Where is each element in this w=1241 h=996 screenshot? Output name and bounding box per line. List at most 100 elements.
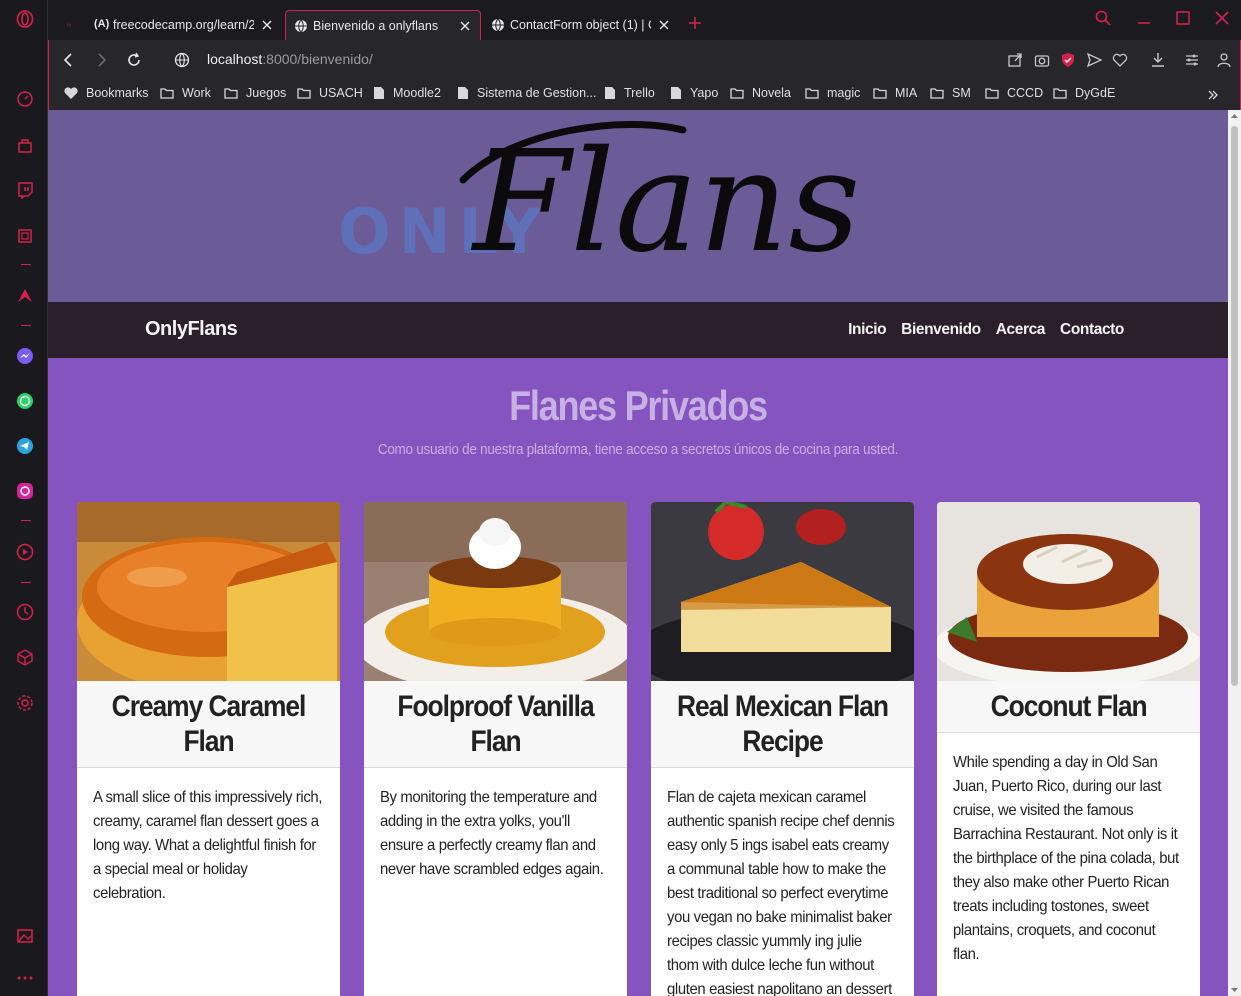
bookmark-bookmarks[interactable]: Bookmarks — [64, 86, 149, 100]
bookmark-mia[interactable]: MIA — [873, 86, 917, 100]
player-icon[interactable] — [16, 543, 34, 561]
folder-icon — [730, 88, 744, 99]
card-header: Creamy Caramel Flan — [77, 681, 340, 768]
bookmarks-overflow-chevron-icon[interactable] — [1206, 88, 1220, 102]
bookmark-dygde[interactable]: DyGdE — [1053, 86, 1115, 100]
tab-close-icon[interactable] — [657, 18, 671, 32]
card-title: Real Mexican Flan Recipe — [677, 690, 889, 758]
card-body: Flan de cajeta mexican caramel authentic… — [651, 768, 914, 996]
bookmark-usach[interactable]: USACH — [297, 86, 363, 100]
profile-icon[interactable] — [1216, 52, 1232, 68]
more-dots-icon[interactable] — [16, 969, 34, 987]
folder-icon — [873, 88, 887, 99]
nav-link-contacto[interactable]: Contacto — [1060, 321, 1124, 339]
folder-icon — [1053, 88, 1067, 99]
nav-link-acerca[interactable]: Acerca — [996, 321, 1046, 339]
card-image-coconut-flan — [937, 502, 1200, 681]
folder-icon — [930, 88, 944, 99]
bookmark-novela[interactable]: Novela — [730, 86, 791, 100]
maximize-icon[interactable] — [1175, 10, 1191, 26]
easy-setup-icon[interactable] — [1184, 52, 1200, 68]
tab-close-icon[interactable] — [458, 19, 472, 33]
card-header: Real Mexican Flan Recipe — [651, 681, 914, 768]
bookmark-label: CCCD — [1007, 86, 1044, 100]
page-scrollbar[interactable] — [1228, 110, 1241, 996]
opera-logo-icon[interactable] — [16, 10, 34, 28]
bookmark-label: Trello — [624, 86, 655, 100]
reload-icon[interactable] — [126, 52, 142, 68]
search-tabs-icon[interactable] — [1095, 10, 1111, 26]
bookmark-label: Moodle2 — [393, 86, 441, 100]
close-window-icon[interactable] — [1214, 10, 1230, 26]
url-field[interactable]: localhost:8000/bienvenido/ — [207, 51, 373, 67]
heart-bookmark-icon[interactable] — [1112, 52, 1128, 68]
new-tab-plus-icon[interactable] — [688, 16, 702, 30]
navbar-brand[interactable]: OnlyFlans — [145, 318, 238, 341]
folder-icon — [224, 88, 238, 99]
bookmark-magic[interactable]: magic — [805, 86, 860, 100]
url-path: :8000/bienvenido/ — [262, 51, 373, 67]
scroll-down-arrow-icon[interactable] — [1230, 986, 1239, 994]
instagram-icon[interactable] — [16, 482, 34, 500]
bookmark-trello[interactable]: Trello — [604, 86, 655, 100]
bookmark-juegos[interactable]: Juegos — [224, 86, 286, 100]
page-icon — [671, 87, 681, 99]
bookmark-moodle2[interactable]: Moodle2 — [373, 86, 441, 100]
forward-arrow-icon[interactable] — [93, 52, 109, 68]
navbar-links: Inicio Bienvenido Acerca Contacto — [848, 321, 1124, 339]
card-text: By monitoring the temperature and adding… — [380, 789, 604, 878]
bookmark-sm[interactable]: SM — [930, 86, 971, 100]
bookmark-label: Work — [182, 86, 211, 100]
tab-bienvenido[interactable]: Bienvenido a onlyflans — [285, 10, 481, 40]
snapshot-camera-icon[interactable] — [1034, 52, 1050, 68]
scroll-up-arrow-icon[interactable] — [1230, 112, 1239, 120]
globe-icon — [295, 19, 307, 33]
page-icon — [374, 87, 384, 99]
twitch-icon[interactable] — [16, 181, 34, 199]
messenger-icon[interactable] — [16, 347, 34, 365]
bookmark-work[interactable]: Work — [160, 86, 211, 100]
aria-ai-icon[interactable] — [16, 286, 34, 304]
sidebar-divider — [21, 325, 31, 326]
site-info-globe-icon[interactable] — [174, 52, 190, 68]
nav-link-bienvenido[interactable]: Bienvenido — [901, 321, 981, 339]
bookmark-sistema[interactable]: Sistema de Gestion... — [457, 86, 597, 100]
back-arrow-icon[interactable] — [61, 52, 77, 68]
page-subtitle: Como usuario de nuestra plataforma, tien… — [377, 441, 899, 458]
tab-game-icon[interactable] — [59, 10, 79, 40]
globe-icon — [492, 18, 504, 32]
download-icon[interactable] — [1150, 52, 1166, 68]
tab-title: freecodecamp.org/learn/20 — [113, 18, 254, 32]
send-icon[interactable] — [1086, 52, 1102, 68]
tab-close-icon[interactable] — [260, 18, 274, 32]
card-header: Coconut Flan — [937, 681, 1200, 733]
flan-card: Coconut Flan While spending a day in Old… — [937, 502, 1200, 996]
scrollbar-thumb[interactable] — [1231, 126, 1238, 686]
shopping-icon[interactable] — [16, 136, 34, 154]
card-image-vanilla-flan — [364, 502, 627, 681]
settings-gear-icon[interactable] — [16, 694, 34, 712]
bookmark-yapo[interactable]: Yapo — [670, 86, 718, 100]
whatsapp-icon[interactable] — [16, 392, 34, 410]
extensions-chip-icon[interactable] — [16, 227, 34, 245]
share-icon[interactable] — [1007, 52, 1023, 68]
flan-card: Real Mexican Flan Recipe Flan de cajeta … — [651, 502, 914, 996]
tab-contactform[interactable]: ContactForm object (1) | Ch — [483, 10, 679, 40]
speed-dial-icon[interactable] — [16, 90, 34, 108]
box-3d-icon[interactable] — [16, 648, 34, 666]
card-title: Foolproof Vanilla Flan — [397, 690, 594, 758]
nav-link-inicio[interactable]: Inicio — [848, 321, 886, 339]
browser-window: (A) freecodecamp.org/learn/20 Bienvenido… — [0, 0, 1241, 996]
tab-freecodecamp[interactable]: (A) freecodecamp.org/learn/20 — [86, 10, 282, 40]
gallery-icon[interactable] — [16, 927, 34, 945]
card-body: While spending a day in Old San Juan, Pu… — [937, 733, 1200, 985]
tab-bar: (A) freecodecamp.org/learn/20 Bienvenido… — [48, 0, 1241, 40]
bookmark-cccd[interactable]: CCCD — [985, 86, 1043, 100]
folder-icon — [297, 88, 311, 99]
flan-card: Foolproof Vanilla Flan By monitoring the… — [364, 502, 627, 996]
adblock-shield-icon[interactable] — [1060, 52, 1076, 68]
telegram-icon[interactable] — [16, 437, 34, 455]
minimize-icon[interactable] — [1136, 10, 1152, 26]
bookmarks-bar: Bookmarks Work Juegos USACH Moodle2 Sist… — [48, 80, 1241, 110]
history-clock-icon[interactable] — [16, 603, 34, 621]
